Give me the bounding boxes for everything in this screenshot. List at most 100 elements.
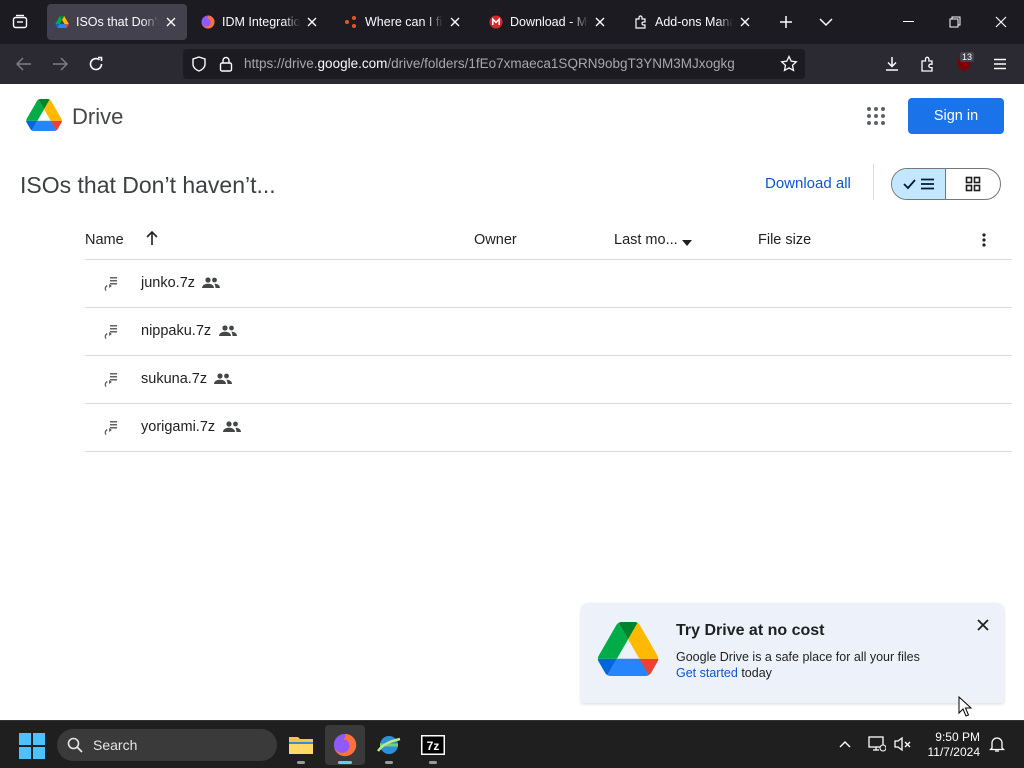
tab-title: IDM Integration	[222, 15, 300, 29]
tab-title: ISOs that Don't h	[76, 15, 159, 29]
get-started-link[interactable]: Get started	[676, 666, 738, 680]
restore-icon	[949, 16, 961, 28]
dropdown-arrow-icon[interactable]	[682, 234, 692, 250]
column-owner[interactable]: Owner	[474, 232, 517, 248]
tab-download-mega[interactable]: Download - ME	[481, 4, 616, 40]
address-bar[interactable]: https://drive.google.com/drive/folders/1…	[183, 49, 805, 79]
column-last-modified[interactable]: Last mo...	[614, 232, 678, 248]
tab-idm-integration[interactable]: IDM Integration	[193, 4, 328, 40]
promo-cta-tail: today	[737, 666, 772, 680]
file-row[interactable]: sukuna.7z	[85, 356, 1012, 404]
list-all-tabs-button[interactable]	[0, 0, 40, 44]
close-tab-icon[interactable]	[592, 14, 608, 30]
search-placeholder: Search	[93, 737, 138, 753]
sort-arrow-up-icon[interactable]	[145, 230, 159, 250]
downloads-button[interactable]	[878, 50, 906, 78]
shared-people-icon	[219, 325, 237, 336]
restore-button[interactable]	[932, 0, 978, 44]
mega-icon	[489, 15, 503, 29]
shared-people-icon	[202, 277, 220, 288]
taskbar-search-box[interactable]: Search	[57, 729, 277, 761]
grid-view-button[interactable]	[946, 169, 1000, 199]
tab-where-can-i-find[interactable]: Where can I find	[336, 4, 471, 40]
back-button[interactable]	[10, 50, 38, 78]
close-icon	[995, 16, 1007, 28]
column-name[interactable]: Name	[85, 232, 124, 248]
tab-addons-manager[interactable]: Add-ons Manag	[626, 4, 761, 40]
grid-icon	[965, 176, 981, 192]
running-indicator	[297, 761, 305, 764]
column-file-size[interactable]: File size	[758, 232, 811, 248]
windows-start-icon[interactable]	[19, 733, 45, 759]
tab-title: Add-ons Manag	[655, 15, 733, 29]
clock-time: 9:50 PM	[935, 730, 980, 744]
arrow-left-icon	[16, 57, 31, 71]
file-name[interactable]: nippaku.7z	[141, 323, 211, 339]
app-menu-button[interactable]	[986, 50, 1014, 78]
notifications-button[interactable]	[986, 733, 1008, 755]
puzzle-icon	[634, 15, 648, 29]
minimize-button[interactable]	[886, 0, 932, 44]
extensions-button[interactable]	[914, 50, 942, 78]
file-row[interactable]: nippaku.7z	[85, 308, 1012, 356]
taskbar-7zip[interactable]: 7z	[413, 725, 453, 765]
more-options-icon[interactable]	[981, 232, 987, 252]
drive-brand-text[interactable]: Drive	[72, 104, 123, 130]
taskbar-file-explorer[interactable]	[281, 725, 321, 765]
reload-icon	[89, 56, 103, 71]
divider	[873, 164, 874, 200]
bookmark-star-icon[interactable]	[780, 54, 798, 78]
shared-people-icon	[214, 373, 232, 384]
folder-title: ISOs that Don’t haven’t...	[20, 172, 276, 198]
tab-overflow-button[interactable]	[812, 8, 840, 36]
tab-drive[interactable]: ISOs that Don't h	[47, 4, 187, 40]
running-indicator	[429, 761, 437, 764]
archive-file-icon	[104, 277, 117, 291]
minimize-icon	[903, 21, 914, 22]
network-status-icon[interactable]	[866, 733, 888, 755]
ubuntu-icon	[344, 15, 358, 29]
show-hidden-icons-button[interactable]	[834, 733, 856, 755]
file-table-header: Name Owner Last mo... File size	[85, 220, 1012, 260]
url-text: https://drive.google.com/drive/folders/1…	[244, 56, 735, 71]
close-tab-icon[interactable]	[737, 14, 753, 30]
volume-muted-icon[interactable]	[892, 733, 914, 755]
sign-in-button[interactable]: Sign in	[908, 98, 1004, 134]
taskbar-firefox[interactable]	[325, 725, 365, 765]
close-tab-icon[interactable]	[447, 14, 463, 30]
file-name[interactable]: yorigami.7z	[141, 419, 215, 435]
file-name[interactable]: junko.7z	[141, 275, 195, 291]
system-clock[interactable]: 9:50 PM 11/7/2024	[920, 730, 981, 760]
download-all-button[interactable]: Download all	[765, 175, 851, 192]
close-window-button[interactable]	[978, 0, 1024, 44]
new-tab-button[interactable]	[772, 8, 800, 36]
promo-title: Try Drive at no cost	[676, 622, 825, 639]
try-drive-promo-card: Try Drive at no cost Google Drive is a s…	[581, 603, 1004, 703]
promo-cta: Get started today	[676, 666, 772, 680]
running-indicator	[385, 761, 393, 764]
tracking-protection-shield-icon[interactable]	[191, 56, 207, 77]
file-row[interactable]: yorigami.7z	[85, 404, 1012, 452]
google-apps-grid-icon[interactable]	[864, 104, 888, 128]
reload-button[interactable]	[82, 50, 110, 78]
google-drive-logo-icon[interactable]	[26, 99, 62, 131]
lock-icon[interactable]	[219, 56, 233, 77]
close-tab-icon[interactable]	[163, 14, 179, 30]
promo-body: Google Drive is a safe place for all you…	[676, 650, 920, 664]
chevron-up-icon	[839, 741, 851, 748]
close-promo-button[interactable]	[974, 616, 992, 634]
forward-button[interactable]	[46, 50, 74, 78]
file-row[interactable]: junko.7z	[85, 260, 1012, 308]
taskbar-idm[interactable]	[369, 725, 409, 765]
close-tab-icon[interactable]	[304, 14, 320, 30]
chevron-down-icon	[819, 18, 833, 27]
windows-taskbar: Search 7z 9:50 PM 11/7/2024	[0, 720, 1024, 768]
tab-title: Download - ME	[510, 15, 588, 29]
view-toggle	[891, 168, 1001, 200]
file-name[interactable]: sukuna.7z	[141, 371, 207, 387]
internet-download-manager-icon	[377, 736, 401, 754]
list-view-button[interactable]	[892, 169, 947, 199]
close-icon	[977, 619, 989, 631]
clock-date: 11/7/2024	[927, 745, 981, 759]
archive-file-icon	[104, 421, 117, 435]
